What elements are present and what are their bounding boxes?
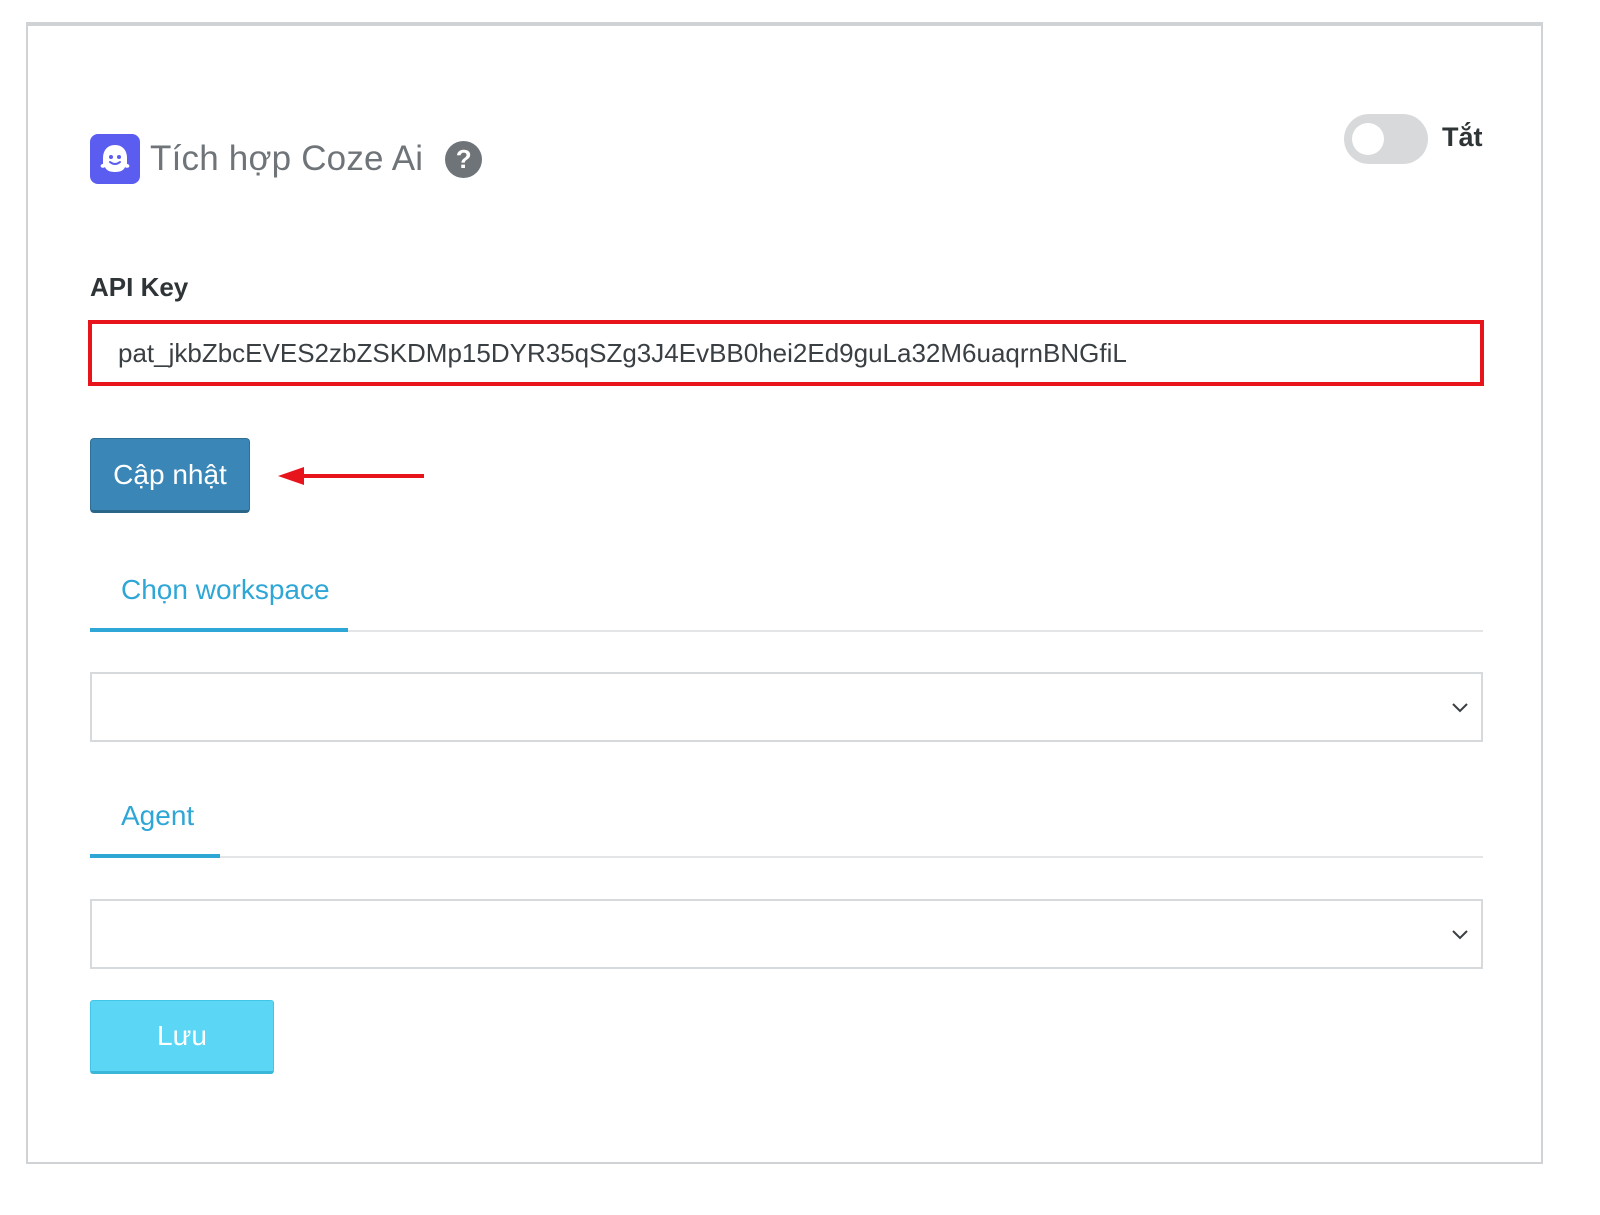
integration-header: Tích hợp Coze Ai ? bbox=[90, 132, 483, 186]
toggle-knob bbox=[1352, 123, 1384, 155]
workspace-select[interactable] bbox=[90, 672, 1483, 742]
api-key-input[interactable] bbox=[88, 320, 1484, 386]
toggle-status-label: Tắt bbox=[1442, 122, 1483, 152]
chevron-down-icon bbox=[1452, 703, 1468, 713]
coze-integration-panel: Tích hợp Coze Ai ? Tắt API Key Cập nhật … bbox=[26, 22, 1543, 1164]
agent-select[interactable] bbox=[90, 899, 1483, 969]
api-key-label: API Key bbox=[90, 272, 189, 302]
workspace-tab-bar: Chọn workspace bbox=[90, 564, 1483, 632]
tab-choose-workspace[interactable]: Chọn workspace bbox=[90, 566, 348, 632]
help-icon[interactable]: ? bbox=[445, 140, 483, 178]
coze-ghost-icon bbox=[90, 134, 140, 184]
integration-toggle[interactable] bbox=[1344, 114, 1428, 164]
save-button[interactable]: Lưu bbox=[90, 1000, 274, 1074]
tab-agent[interactable]: Agent bbox=[90, 792, 220, 858]
integration-title: Tích hợp Coze Ai bbox=[150, 139, 424, 178]
update-button[interactable]: Cập nhật bbox=[90, 438, 250, 513]
agent-tab-bar: Agent bbox=[90, 790, 1483, 858]
chevron-down-icon bbox=[1452, 930, 1468, 940]
red-arrow-annotation bbox=[278, 467, 424, 485]
